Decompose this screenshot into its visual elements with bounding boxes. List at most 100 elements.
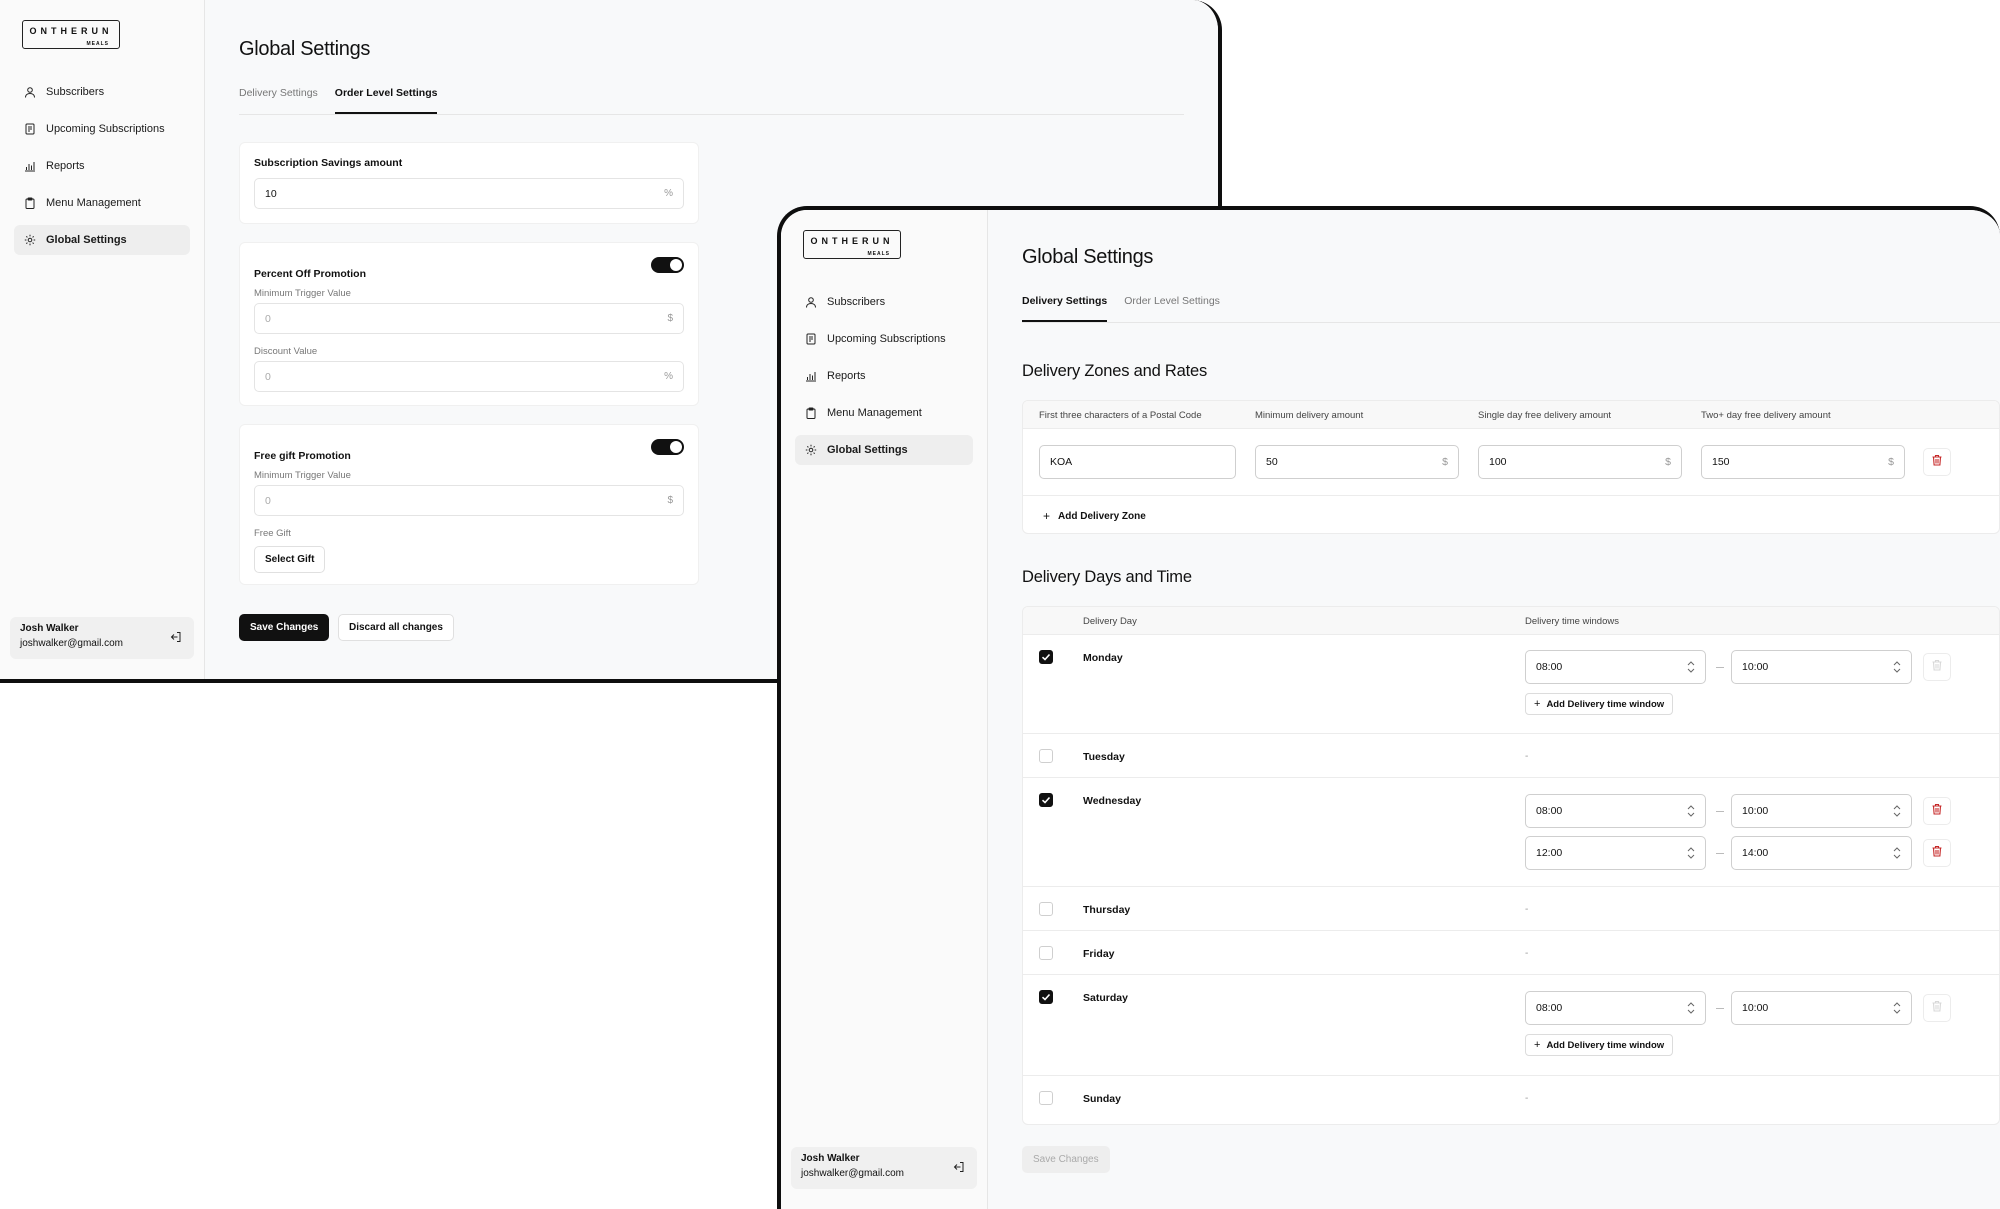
saturday-checkbox[interactable] bbox=[1039, 990, 1053, 1004]
day-name: Monday bbox=[1083, 652, 1123, 664]
trash-icon bbox=[1931, 844, 1943, 862]
postal-code-field[interactable]: KOA bbox=[1039, 445, 1236, 479]
sidebar-item-subscribers[interactable]: Subscribers bbox=[14, 77, 190, 107]
percent-off-toggle[interactable] bbox=[651, 257, 684, 273]
logout-icon[interactable] bbox=[953, 1161, 965, 1173]
time-to-field[interactable]: 14:00 bbox=[1731, 836, 1912, 870]
add-time-window-button[interactable]: + Add Delivery time window bbox=[1525, 1034, 1674, 1056]
day-name: Thursday bbox=[1083, 904, 1131, 916]
sidebar-item-reports[interactable]: Reports bbox=[14, 151, 190, 181]
add-time-window-label: Add Delivery time window bbox=[1546, 698, 1665, 710]
time-from-field[interactable]: 08:00 bbox=[1525, 650, 1706, 684]
delete-window-button[interactable] bbox=[1923, 653, 1951, 681]
user-icon bbox=[805, 296, 817, 308]
day-row-friday: Friday - bbox=[1023, 931, 1999, 975]
col-delivery-time-windows: Delivery time windows bbox=[1525, 616, 1619, 627]
delete-window-button[interactable] bbox=[1923, 797, 1951, 825]
stepper-icon[interactable] bbox=[1687, 847, 1695, 859]
min-trigger-unit: $ bbox=[667, 313, 673, 324]
logout-icon[interactable] bbox=[170, 631, 182, 643]
zone-row: KOA 50 $ 100 $ 150 $ bbox=[1023, 429, 1999, 496]
no-windows-placeholder: - bbox=[1525, 948, 1529, 959]
save-changes-button[interactable]: Save Changes bbox=[1022, 1146, 1110, 1173]
discard-changes-button[interactable]: Discard all changes bbox=[338, 614, 454, 641]
sidebar-item-reports[interactable]: Reports bbox=[795, 361, 973, 391]
add-delivery-zone-button[interactable]: + Add Delivery Zone bbox=[1043, 509, 1146, 523]
brand-logo[interactable]: ONTHERUN MEALS bbox=[22, 20, 120, 49]
days-section-title: Delivery Days and Time bbox=[1022, 568, 1192, 586]
minimum-amount-value: 50 bbox=[1266, 456, 1278, 468]
sidebar-item-menu-management[interactable]: Menu Management bbox=[14, 188, 190, 218]
delete-window-button[interactable] bbox=[1923, 994, 1951, 1022]
stepper-icon[interactable] bbox=[1893, 847, 1901, 859]
single-day-amount-field[interactable]: 100 $ bbox=[1478, 445, 1682, 479]
time-from-field[interactable]: 08:00 bbox=[1525, 991, 1706, 1025]
zones-table: First three characters of a Postal Code … bbox=[1022, 400, 2000, 534]
tab-order-level-settings[interactable]: Order Level Settings bbox=[1124, 292, 1220, 322]
time-from-value: 08:00 bbox=[1536, 805, 1563, 817]
thursday-checkbox[interactable] bbox=[1039, 902, 1053, 916]
time-from-field[interactable]: 12:00 bbox=[1525, 836, 1706, 870]
sidebar-item-subscribers[interactable]: Subscribers bbox=[795, 287, 973, 317]
page-title: Global Settings bbox=[239, 38, 371, 60]
tab-delivery-settings[interactable]: Delivery Settings bbox=[239, 84, 318, 114]
savings-card: Subscription Savings amount 10 % bbox=[239, 142, 699, 224]
gift-min-trigger-input[interactable]: 0 $ bbox=[254, 485, 684, 516]
stepper-icon[interactable] bbox=[1893, 661, 1901, 673]
sidebar-item-global-settings[interactable]: Global Settings bbox=[14, 225, 190, 255]
day-name: Saturday bbox=[1083, 992, 1128, 1004]
zones-section-title: Delivery Zones and Rates bbox=[1022, 362, 1208, 380]
tuesday-checkbox[interactable] bbox=[1039, 749, 1053, 763]
sidebar-item-upcoming-subscriptions[interactable]: Upcoming Subscriptions bbox=[795, 324, 973, 354]
two-plus-amount-field[interactable]: 150 $ bbox=[1701, 445, 1905, 479]
two-plus-amount-value: 150 bbox=[1712, 456, 1730, 468]
stepper-icon[interactable] bbox=[1687, 1002, 1695, 1014]
bar-chart-icon bbox=[805, 370, 817, 382]
friday-checkbox[interactable] bbox=[1039, 946, 1053, 960]
delete-window-button[interactable] bbox=[1923, 839, 1951, 867]
select-gift-button[interactable]: Select Gift bbox=[254, 546, 326, 573]
days-table-header: Delivery Day Delivery time windows bbox=[1023, 607, 1999, 635]
logo-text: ONTHERUN bbox=[810, 236, 894, 246]
savings-label: Subscription Savings amount bbox=[254, 157, 403, 169]
discount-input[interactable]: 0 % bbox=[254, 361, 684, 392]
time-to-field[interactable]: 10:00 bbox=[1731, 650, 1912, 684]
minimum-amount-field[interactable]: 50 $ bbox=[1255, 445, 1459, 479]
save-changes-button[interactable]: Save Changes bbox=[239, 614, 330, 641]
stepper-icon[interactable] bbox=[1687, 661, 1695, 673]
sidebar-item-upcoming-subscriptions[interactable]: Upcoming Subscriptions bbox=[14, 114, 190, 144]
trash-icon bbox=[1931, 453, 1943, 471]
sidebar-item-global-settings[interactable]: Global Settings bbox=[795, 435, 973, 465]
stepper-icon[interactable] bbox=[1893, 1002, 1901, 1014]
stepper-icon[interactable] bbox=[1687, 805, 1695, 817]
sunday-checkbox[interactable] bbox=[1039, 1091, 1053, 1105]
currency-unit: $ bbox=[1665, 456, 1671, 468]
wednesday-checkbox[interactable] bbox=[1039, 793, 1053, 807]
time-to-value: 14:00 bbox=[1742, 847, 1769, 859]
savings-unit: % bbox=[664, 188, 673, 199]
monday-checkbox[interactable] bbox=[1039, 650, 1053, 664]
min-trigger-input[interactable]: 0 $ bbox=[254, 303, 684, 334]
clipboard-icon bbox=[24, 197, 36, 209]
add-time-window-button[interactable]: + Add Delivery time window bbox=[1525, 693, 1674, 715]
time-from-value: 08:00 bbox=[1536, 661, 1563, 673]
brand-logo[interactable]: ONTHERUN MEALS bbox=[803, 230, 901, 259]
time-to-field[interactable]: 10:00 bbox=[1731, 991, 1912, 1025]
delete-zone-button[interactable] bbox=[1923, 448, 1951, 476]
sidebar-item-label: Reports bbox=[827, 370, 866, 382]
sidebar-item-menu-management[interactable]: Menu Management bbox=[795, 398, 973, 428]
logo-sub: MEALS bbox=[867, 251, 890, 257]
col-single-day-amount: Single day free delivery amount bbox=[1478, 410, 1612, 421]
receipt-icon bbox=[805, 333, 817, 345]
user-card: Josh Walker joshwalker@gmail.com bbox=[10, 617, 194, 659]
savings-input[interactable]: 10 % bbox=[254, 178, 684, 209]
free-gift-toggle[interactable] bbox=[651, 439, 684, 455]
logo-sub: MEALS bbox=[86, 41, 109, 47]
time-from-field[interactable]: 08:00 bbox=[1525, 794, 1706, 828]
tab-delivery-settings[interactable]: Delivery Settings bbox=[1022, 292, 1108, 322]
sidebar-item-label: Upcoming Subscriptions bbox=[46, 123, 165, 135]
time-to-field[interactable]: 10:00 bbox=[1731, 794, 1912, 828]
tab-order-level-settings[interactable]: Order Level Settings bbox=[334, 84, 438, 114]
stepper-icon[interactable] bbox=[1893, 805, 1901, 817]
logo-text: ONTHERUN bbox=[29, 26, 113, 36]
